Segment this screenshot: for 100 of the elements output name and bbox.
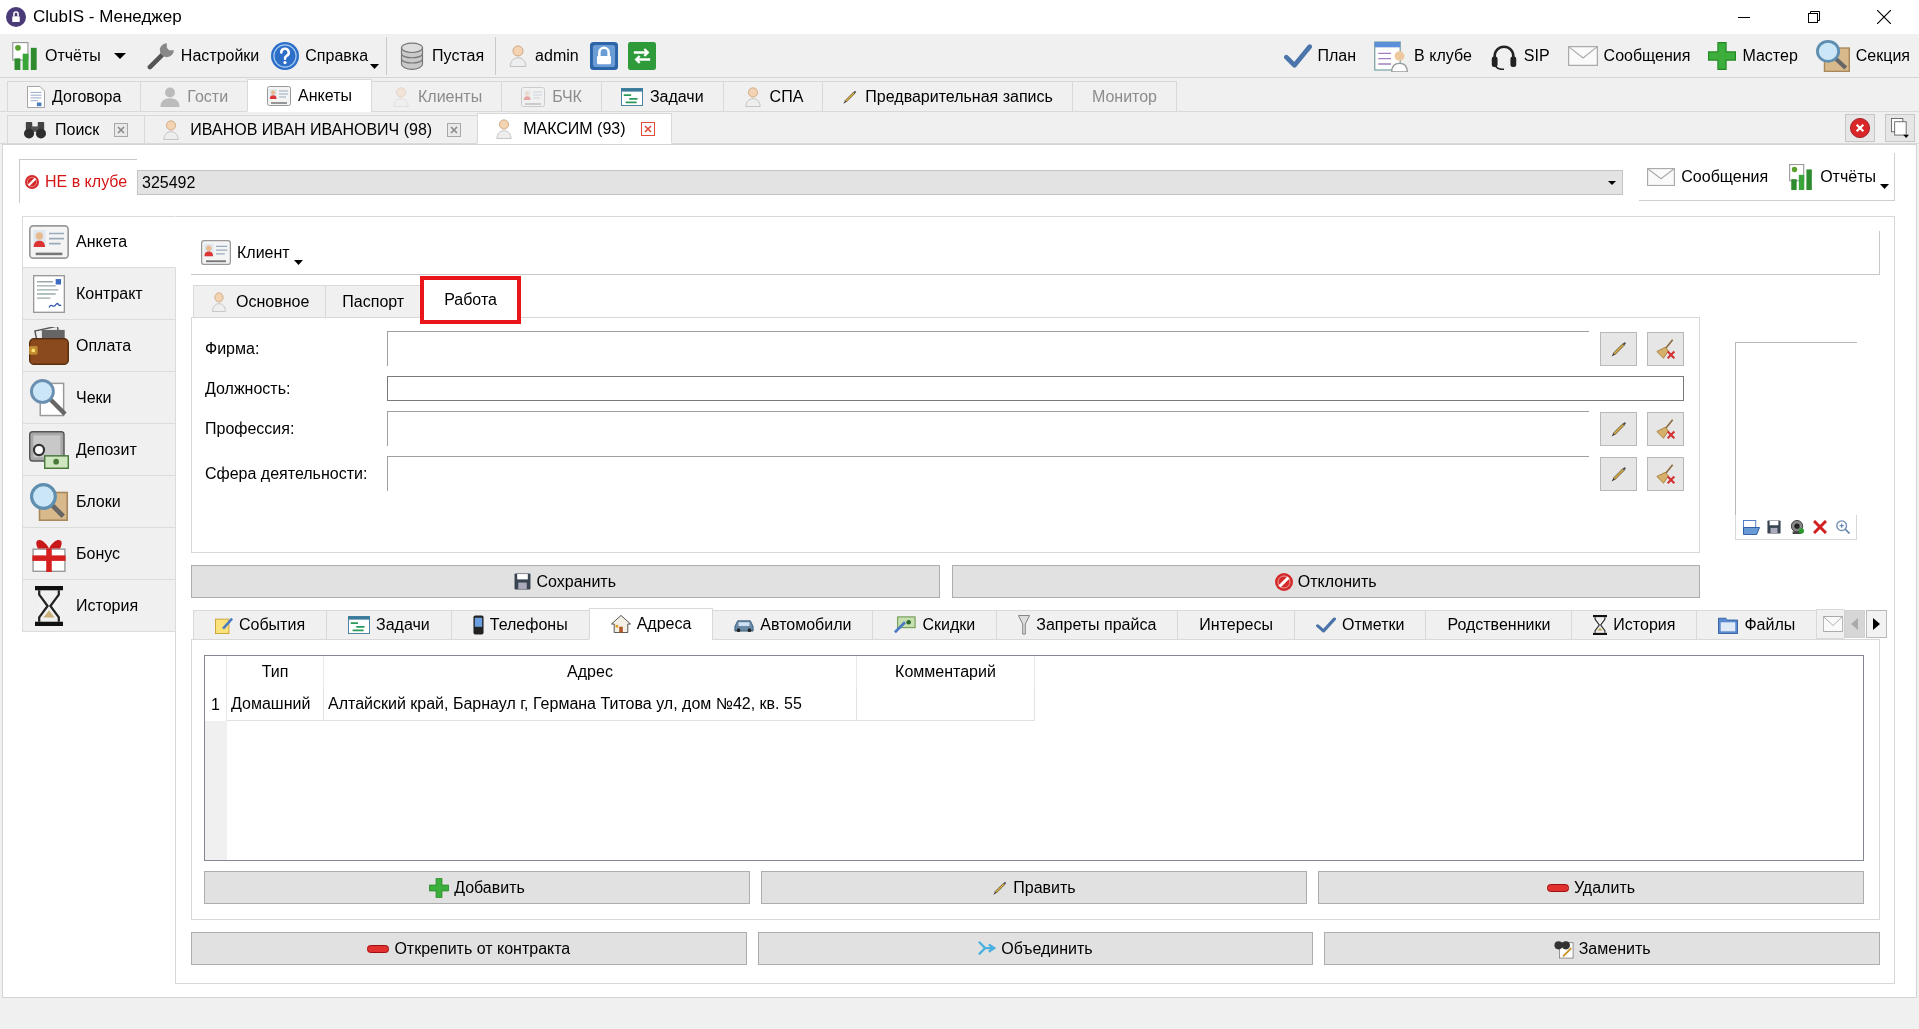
toolbar-button[interactable]: Сообщения	[1562, 37, 1696, 74]
clear-button[interactable]	[1647, 411, 1684, 446]
tab[interactable]: Автомобили	[712, 610, 874, 640]
sidebar-item[interactable]: История	[22, 580, 176, 632]
tab[interactable]: Задачи	[326, 610, 452, 640]
tab[interactable]: Анкеты	[247, 79, 372, 112]
push-button[interactable]: Отклонить	[951, 565, 1700, 598]
binoculars-icon	[24, 120, 46, 139]
tab[interactable]: Телефоны	[450, 610, 590, 640]
document-tab[interactable]: Поиск	[7, 115, 146, 144]
sidebar-item[interactable]: Чеки	[22, 372, 176, 424]
tab[interactable]: Интересы	[1177, 610, 1295, 640]
field-label: Должность:	[205, 379, 291, 398]
toolbar-button[interactable]	[1788, 517, 1806, 537]
toolbar-button[interactable]: Справка	[266, 37, 381, 74]
tab[interactable]: Скидки	[872, 610, 998, 640]
push-button[interactable]: Удалить	[1318, 871, 1864, 904]
person-icon	[390, 86, 411, 107]
scroll-right-button[interactable]	[1866, 610, 1888, 638]
tab[interactable]: Отметки	[1294, 610, 1427, 640]
binoculars-note-icon	[1553, 938, 1574, 959]
push-button[interactable]: Добавить	[204, 871, 750, 904]
id-card-icon	[29, 225, 69, 259]
tab[interactable]	[1816, 609, 1845, 639]
tab[interactable]: Родственники	[1425, 610, 1573, 640]
pencil-icon	[1609, 339, 1628, 358]
sidebar-item[interactable]: Депозит	[22, 424, 176, 476]
toolbar-button[interactable]	[1742, 517, 1760, 537]
sidebar-item[interactable]: Контракт	[22, 268, 176, 320]
document-icon	[27, 85, 45, 108]
caret-icon	[293, 259, 303, 265]
sidebar-item[interactable]: Оплата	[22, 320, 176, 372]
close-button[interactable]	[447, 122, 462, 137]
tab[interactable]: Запреты прайса	[996, 610, 1179, 640]
person-icon	[210, 291, 228, 312]
discount-tag-icon	[894, 616, 917, 634]
table-cell: Домашний	[227, 688, 324, 721]
check-icon	[1316, 616, 1336, 634]
push-button[interactable]: Объединить	[757, 932, 1314, 965]
dropdown-field[interactable]: 325492	[137, 170, 1624, 195]
toolbar-button[interactable]: admin	[502, 37, 584, 74]
car-icon	[734, 618, 755, 632]
close-button[interactable]	[1845, 113, 1875, 142]
edit-button[interactable]	[1600, 456, 1637, 491]
tab[interactable]: Работа	[420, 276, 521, 324]
push-button[interactable]: Заменить	[1324, 932, 1880, 965]
clear-button[interactable]	[1647, 456, 1684, 491]
tab[interactable]: Основное	[193, 285, 327, 317]
help-icon	[271, 41, 300, 70]
toolbar-button[interactable]: Пустая	[393, 37, 490, 74]
id-card-icon	[521, 86, 546, 107]
floppy-icon	[1767, 520, 1781, 534]
padlock-icon	[589, 41, 618, 70]
toolbar-button[interactable]: Настройки	[141, 37, 265, 74]
toolbar-button[interactable]: Мастер	[1703, 37, 1803, 74]
tab[interactable]: Адреса	[588, 608, 714, 640]
tab[interactable]: Договора	[7, 81, 142, 112]
document-tab[interactable]: МАКСИМ (93)	[477, 113, 672, 144]
window-list-button[interactable]	[1885, 113, 1915, 142]
clear-button[interactable]	[1647, 331, 1684, 366]
edit-button[interactable]	[1600, 331, 1637, 366]
column-header[interactable]: Комментарий	[857, 656, 1035, 688]
mobile-phone-icon	[472, 615, 484, 635]
minus-icon	[1546, 883, 1569, 892]
folder-icon	[1718, 616, 1739, 634]
tab[interactable]: События	[193, 610, 328, 640]
column-header[interactable]: Тип	[227, 656, 324, 688]
edit-button[interactable]	[1600, 411, 1637, 446]
toolbar-button[interactable]	[1765, 517, 1783, 537]
close-button[interactable]	[640, 121, 655, 136]
toolbar-button[interactable]: SIP	[1484, 37, 1555, 74]
delete-icon	[1813, 520, 1827, 534]
push-button[interactable]: Править	[761, 871, 1307, 904]
sidebar-item[interactable]: Анкета	[22, 216, 176, 268]
push-button[interactable]: Сохранить	[191, 565, 940, 598]
bar-chart-icon	[11, 41, 39, 70]
caret-icon	[1608, 180, 1617, 185]
no-entry-icon	[25, 174, 39, 189]
merge-arrows-icon	[978, 939, 997, 958]
toolbar-button[interactable]: Секция	[1810, 37, 1915, 74]
push-button[interactable]: Открепить от контракта	[191, 932, 747, 965]
column-header[interactable]: Адрес	[324, 656, 857, 688]
tab[interactable]: Файлы	[1696, 610, 1818, 640]
tab[interactable]: История	[1571, 610, 1698, 640]
toolbar-button[interactable]: В клубе	[1369, 37, 1477, 74]
contract-document-icon	[33, 274, 65, 313]
menu-button[interactable]: Клиент	[197, 235, 304, 270]
sidebar-item[interactable]: Бонус	[22, 528, 176, 580]
tab[interactable]: Паспорт	[325, 285, 422, 317]
close-icon	[1877, 10, 1891, 24]
close-button[interactable]	[114, 122, 129, 137]
id-card-icon	[267, 85, 292, 106]
input-field[interactable]	[387, 376, 1684, 401]
toolbar-button[interactable]: Сообщения	[1643, 159, 1773, 194]
magnifier-document-icon	[30, 378, 68, 417]
toolbar-button[interactable]: Отчёты	[6, 37, 106, 74]
toolbar-button[interactable]: Отчёты	[1784, 159, 1890, 194]
toolbar-button[interactable]: План	[1278, 37, 1362, 74]
window-list-icon	[1891, 117, 1909, 138]
sidebar-item[interactable]: Блоки	[22, 476, 176, 528]
